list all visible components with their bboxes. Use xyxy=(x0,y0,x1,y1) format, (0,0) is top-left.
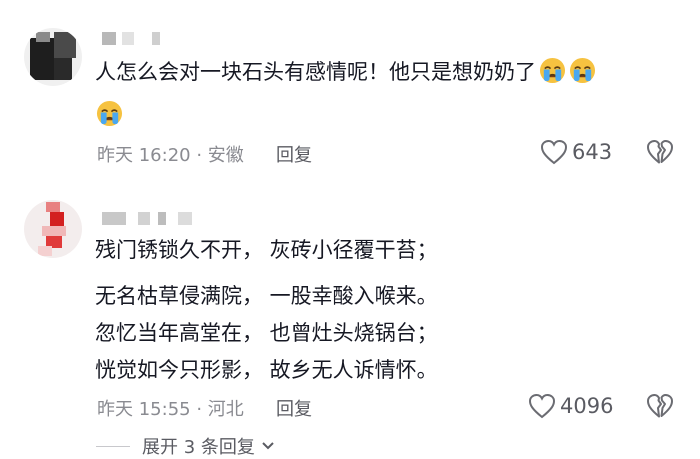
expand-replies-button[interactable]: 展开 3 条回复 xyxy=(96,433,275,459)
expand-replies-label: 展开 3 条回复 xyxy=(142,437,255,458)
broken-heart-icon xyxy=(647,140,673,164)
comment-meta: 昨天 16:20 · 安徽 xyxy=(97,145,244,166)
divider-line xyxy=(96,445,130,447)
heart-icon xyxy=(528,393,556,419)
reply-button[interactable]: 回复 xyxy=(276,395,312,421)
crying-face-icon xyxy=(569,57,596,84)
poem-line: 残门锈锁久不开， 灰砖小径覆干苔； xyxy=(95,238,438,262)
broken-heart-icon xyxy=(647,394,673,418)
comment-text: 人怎么会对一块石头有感情呢！他只是想奶奶了 xyxy=(95,56,596,88)
avatar[interactable] xyxy=(24,28,82,86)
poem-line: 恍觉如今只形影， 故乡无人诉情怀。 xyxy=(95,358,438,382)
poem-line: 忽忆当年高堂在， 也曾灶头烧锅台； xyxy=(95,321,438,345)
crying-face-icon xyxy=(96,100,123,127)
like-count: 4096 xyxy=(560,394,614,418)
poem-line: 无名枯草侵满院， 一股幸酸入喉来。 xyxy=(95,284,438,308)
crying-face-icon xyxy=(539,57,566,84)
like-count: 643 xyxy=(572,140,613,164)
like-button[interactable]: 643 xyxy=(540,139,612,165)
dislike-button[interactable] xyxy=(646,139,674,169)
like-button[interactable]: 4096 xyxy=(528,393,613,419)
dislike-button[interactable] xyxy=(646,393,674,423)
heart-icon xyxy=(540,139,568,165)
comment-meta: 昨天 15:55 · 河北 xyxy=(97,399,244,420)
comment-text-body: 人怎么会对一块石头有感情呢！他只是想奶奶了 xyxy=(95,60,536,84)
avatar[interactable] xyxy=(24,200,82,258)
reply-button[interactable]: 回复 xyxy=(276,141,312,167)
